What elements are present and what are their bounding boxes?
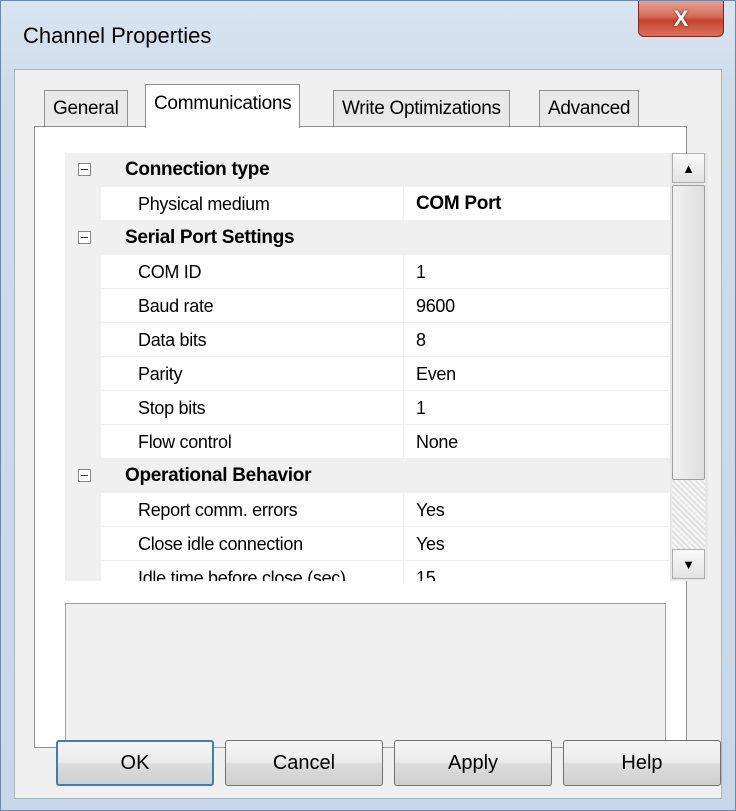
property-row[interactable]: Flow control None (65, 425, 670, 459)
scrollbar-thumb[interactable] (672, 185, 705, 480)
apply-button[interactable]: Apply (394, 740, 552, 786)
property-row[interactable]: Baud rate 9600 (65, 289, 670, 323)
property-row[interactable]: Data bits 8 (65, 323, 670, 357)
tab-write-optimizations[interactable]: Write Optimizations (333, 90, 510, 126)
scroll-up-button[interactable]: ▲ (672, 153, 705, 183)
property-row[interactable]: Physical medium COM Port (65, 187, 670, 221)
category-label: Connection type (125, 159, 270, 180)
scroll-down-button[interactable]: ▼ (672, 549, 705, 579)
collapse-icon[interactable] (78, 231, 91, 244)
dialog-client-area: General Communications Write Optimizatio… (14, 69, 722, 799)
property-grid: Connection type Physical medium COM Port… (65, 153, 670, 581)
property-value[interactable]: 9600 (403, 289, 670, 323)
scroll-up-icon: ▲ (682, 160, 695, 176)
property-row[interactable]: Close idle connection Yes (65, 527, 670, 561)
property-value[interactable]: Even (403, 357, 670, 391)
property-value[interactable]: 1 (403, 255, 670, 289)
cancel-button[interactable]: Cancel (225, 740, 383, 786)
category-operational-behavior[interactable]: Operational Behavior (65, 459, 670, 493)
property-row[interactable]: Parity Even (65, 357, 670, 391)
category-label: Operational Behavior (125, 465, 312, 486)
property-name: Baud rate (100, 289, 403, 323)
close-button[interactable]: X (638, 1, 724, 37)
property-value[interactable]: 15 (403, 561, 670, 581)
tab-advanced[interactable]: Advanced (539, 90, 640, 126)
property-row[interactable]: Idle time before close (sec) 15 (65, 561, 670, 581)
scrollbar-track[interactable] (672, 480, 705, 549)
property-name: Idle time before close (sec) (100, 561, 403, 581)
property-name: Flow control (100, 425, 403, 459)
dialog-title: Channel Properties (23, 23, 212, 48)
property-name: Close idle connection (100, 527, 403, 561)
property-grid-scrollbar[interactable]: ▲ ▼ (670, 153, 708, 581)
property-row[interactable]: COM ID 1 (65, 255, 670, 289)
property-value[interactable]: COM Port (403, 187, 670, 221)
property-description-panel (65, 603, 666, 748)
close-icon: X (673, 5, 689, 31)
property-name: Physical medium (100, 187, 403, 221)
property-value[interactable]: None (403, 425, 670, 459)
channel-properties-dialog: Channel Properties X General Communicati… (0, 0, 736, 811)
property-value[interactable]: 1 (403, 391, 670, 425)
category-connection-type[interactable]: Connection type (65, 153, 670, 187)
collapse-icon[interactable] (78, 163, 91, 176)
property-name: Stop bits (100, 391, 403, 425)
property-value[interactable]: Yes (403, 527, 670, 561)
help-button[interactable]: Help (563, 740, 721, 786)
property-name: COM ID (100, 255, 403, 289)
ok-button[interactable]: OK (56, 740, 214, 786)
property-value[interactable]: 8 (403, 323, 670, 357)
collapse-icon[interactable] (78, 469, 91, 482)
property-value[interactable]: Yes (403, 493, 670, 527)
tab-communications[interactable]: Communications (145, 84, 301, 128)
property-row[interactable]: Stop bits 1 (65, 391, 670, 425)
property-name: Parity (100, 357, 403, 391)
tab-general[interactable]: General (44, 90, 128, 126)
property-row[interactable]: Report comm. errors Yes (65, 493, 670, 527)
scroll-down-icon: ▼ (682, 556, 695, 572)
category-label: Serial Port Settings (125, 227, 295, 248)
property-name: Data bits (100, 323, 403, 357)
property-name: Report comm. errors (100, 493, 403, 527)
category-serial-port-settings[interactable]: Serial Port Settings (65, 221, 670, 255)
